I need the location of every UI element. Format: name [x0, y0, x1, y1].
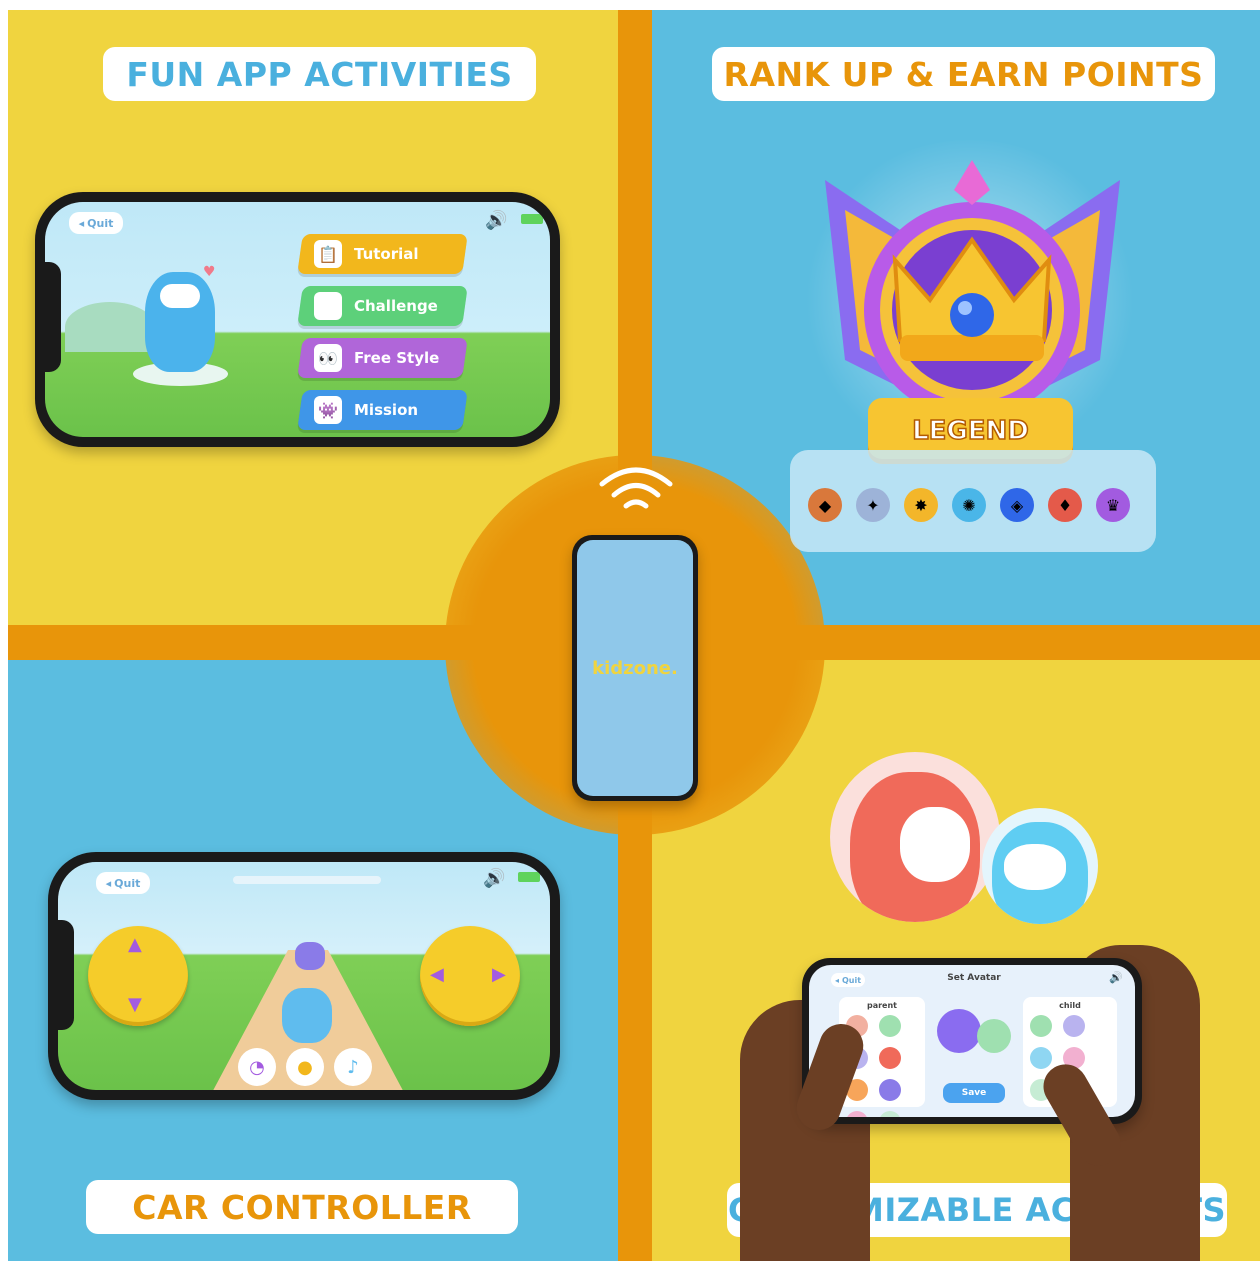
left-arrow-icon: ◀ — [430, 964, 444, 985]
crown-gem — [950, 293, 994, 337]
avatar-option[interactable] — [1030, 1015, 1052, 1037]
music-icon: ♪ — [347, 1056, 359, 1078]
challenge-label: Challenge — [354, 297, 438, 315]
speed-icon: ◔ — [249, 1056, 265, 1078]
quit-button[interactable]: ◂ Quit — [96, 872, 150, 894]
title-rank-up: RANK UP & EARN POINTS — [712, 47, 1215, 101]
title-fun-app-activities: FUN APP ACTIVITIES — [103, 47, 536, 101]
blue-avatar-circle — [982, 808, 1098, 924]
free-style-label: Free Style — [354, 349, 440, 367]
tutorial-label: Tutorial — [354, 245, 419, 263]
bronze-badge-icon: ◆ — [808, 488, 842, 522]
menu-button-tutorial[interactable]: 📋 Tutorial — [297, 234, 468, 274]
right-arrow-icon: ▶ — [492, 964, 506, 985]
quit-label: Quit — [87, 216, 114, 230]
crown-base — [900, 335, 1044, 361]
volume-icon[interactable]: 🔊 — [485, 210, 507, 231]
avatar-option[interactable] — [879, 1111, 902, 1117]
controller-screen: ◂ Quit 🔊 ▲ ▼ ◀ ▶ ◔ ● ♪ — [58, 862, 550, 1090]
phone-notch — [45, 262, 61, 372]
back-arrow-icon: ◂ — [78, 216, 85, 230]
mission-label: Mission — [354, 401, 419, 419]
avatar-option[interactable] — [1063, 1015, 1086, 1037]
blue-monster-face — [1004, 844, 1066, 890]
activities-phone: ◂ Quit 🔊 ♥ 📋 Tutorial 🗺 Challenge 👀 Free… — [35, 192, 560, 447]
heart-icon: ♥ — [203, 264, 216, 280]
menu-button-challenge[interactable]: 🗺 Challenge — [297, 286, 468, 326]
speed-button[interactable]: ◔ — [238, 1048, 276, 1086]
horn-button[interactable]: ● — [286, 1048, 324, 1086]
avatar-option[interactable] — [846, 1111, 868, 1117]
volume-icon[interactable]: 🔊 — [483, 868, 505, 889]
phone-notch — [58, 920, 74, 1030]
enemy-character — [295, 942, 325, 970]
back-arrow-icon: ◂ — [105, 876, 112, 890]
clipboard-icon: 📋 — [314, 240, 342, 268]
character-face — [160, 284, 200, 308]
down-arrow-icon: ▼ — [128, 994, 142, 1015]
progress-track — [233, 876, 381, 884]
music-button[interactable]: ♪ — [334, 1048, 372, 1086]
platinum-badge-icon: ✺ — [952, 488, 986, 522]
crown-gem-shine — [958, 301, 972, 315]
title-car-controller: CAR CONTROLLER — [86, 1180, 518, 1234]
battery-icon — [521, 214, 543, 224]
monster-icon: 👾 — [314, 396, 342, 424]
pink-avatar-circle — [830, 752, 1000, 922]
legend-badge-icon: ♛ — [1096, 488, 1130, 522]
quit-button[interactable]: ◂ Quit — [831, 973, 865, 987]
left-right-pad[interactable]: ◀ ▶ — [420, 926, 520, 1026]
pink-monster-face — [900, 807, 970, 882]
selected-child-avatar — [977, 1019, 1011, 1053]
master-badge-icon: ♦ — [1048, 488, 1082, 522]
controller-phone: ◂ Quit 🔊 ▲ ▼ ◀ ▶ ◔ ● ♪ — [48, 852, 560, 1100]
diamond-badge-icon: ◈ — [1000, 488, 1034, 522]
back-arrow-icon: ◂ — [834, 975, 839, 985]
child-label: child — [1059, 1001, 1081, 1010]
activities-screen: ◂ Quit 🔊 ♥ 📋 Tutorial 🗺 Challenge 👀 Free… — [45, 202, 550, 437]
forward-backward-pad[interactable]: ▲ ▼ — [88, 926, 188, 1026]
menu-button-free-style[interactable]: 👀 Free Style — [297, 338, 468, 378]
silver-badge-icon: ✦ — [856, 488, 890, 522]
volume-icon[interactable]: 🔊 — [1109, 971, 1123, 984]
hill-decoration — [65, 302, 155, 352]
quit-label: Quit — [841, 975, 862, 985]
map-icon: 🗺 — [314, 292, 342, 320]
rank-tier-row: ◆ ✦ ✸ ✺ ◈ ♦ ♛ — [808, 488, 1130, 522]
avatar-option[interactable] — [1030, 1047, 1052, 1069]
product-collage: FUN APP ACTIVITIES RANK UP & EARN POINTS… — [0, 0, 1260, 1261]
legend-label: LEGEND — [911, 415, 1029, 447]
quit-button[interactable]: ◂ Quit — [69, 212, 123, 234]
parent-label: parent — [866, 1001, 897, 1010]
selected-parent-avatar — [937, 1009, 981, 1053]
center-phone: kidzone. — [572, 535, 698, 801]
avatar-option[interactable] — [879, 1047, 902, 1069]
quit-label: Quit — [114, 876, 141, 890]
kidzone-logo: kidzone. — [592, 657, 678, 679]
horn-icon: ● — [297, 1056, 313, 1078]
eyes-icon: 👀 — [314, 344, 342, 372]
car-character — [282, 988, 332, 1043]
avatar-option[interactable] — [879, 1079, 902, 1101]
avatar-option[interactable] — [879, 1015, 902, 1037]
save-button[interactable]: Save — [943, 1083, 1005, 1103]
center-phone-screen: kidzone. — [577, 540, 693, 796]
menu-button-mission[interactable]: 👾 Mission — [297, 390, 468, 430]
wifi-icon — [599, 467, 673, 509]
set-avatar-title: Set Avatar — [947, 973, 1001, 983]
gold-badge-icon: ✸ — [904, 488, 938, 522]
up-arrow-icon: ▲ — [128, 934, 142, 955]
top-diamond — [954, 160, 990, 205]
battery-icon — [518, 872, 540, 882]
